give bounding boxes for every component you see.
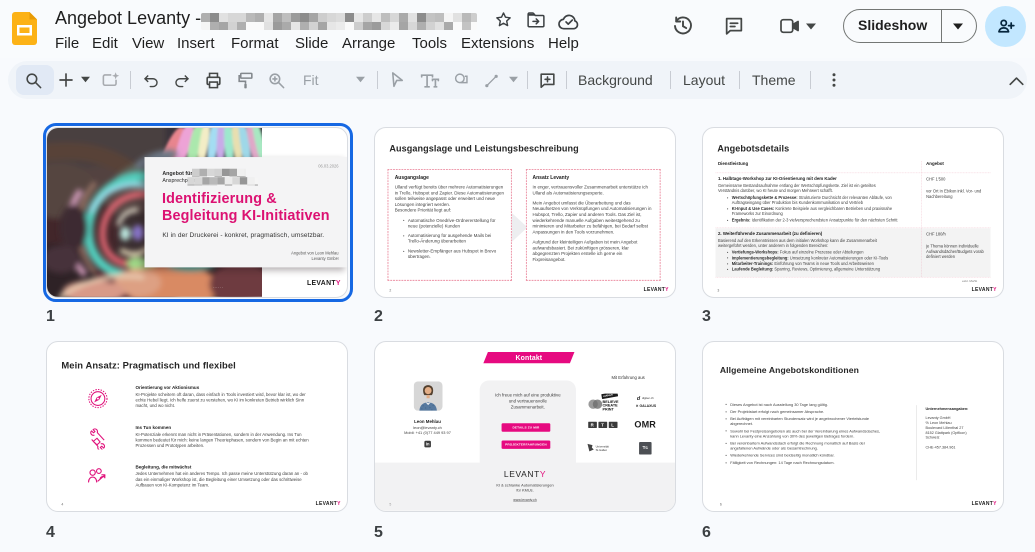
svg-text:✕ GALAXUS: ✕ GALAXUS	[636, 404, 657, 408]
svg-text:L: L	[611, 423, 614, 428]
svg-text:T: T	[601, 423, 604, 428]
svg-text:d: d	[637, 396, 641, 402]
svg-text:PRINT: PRINT	[603, 407, 615, 411]
svg-text:St.Gallen: St.Gallen	[596, 448, 608, 452]
svg-text:digitec.ch: digitec.ch	[642, 396, 654, 400]
